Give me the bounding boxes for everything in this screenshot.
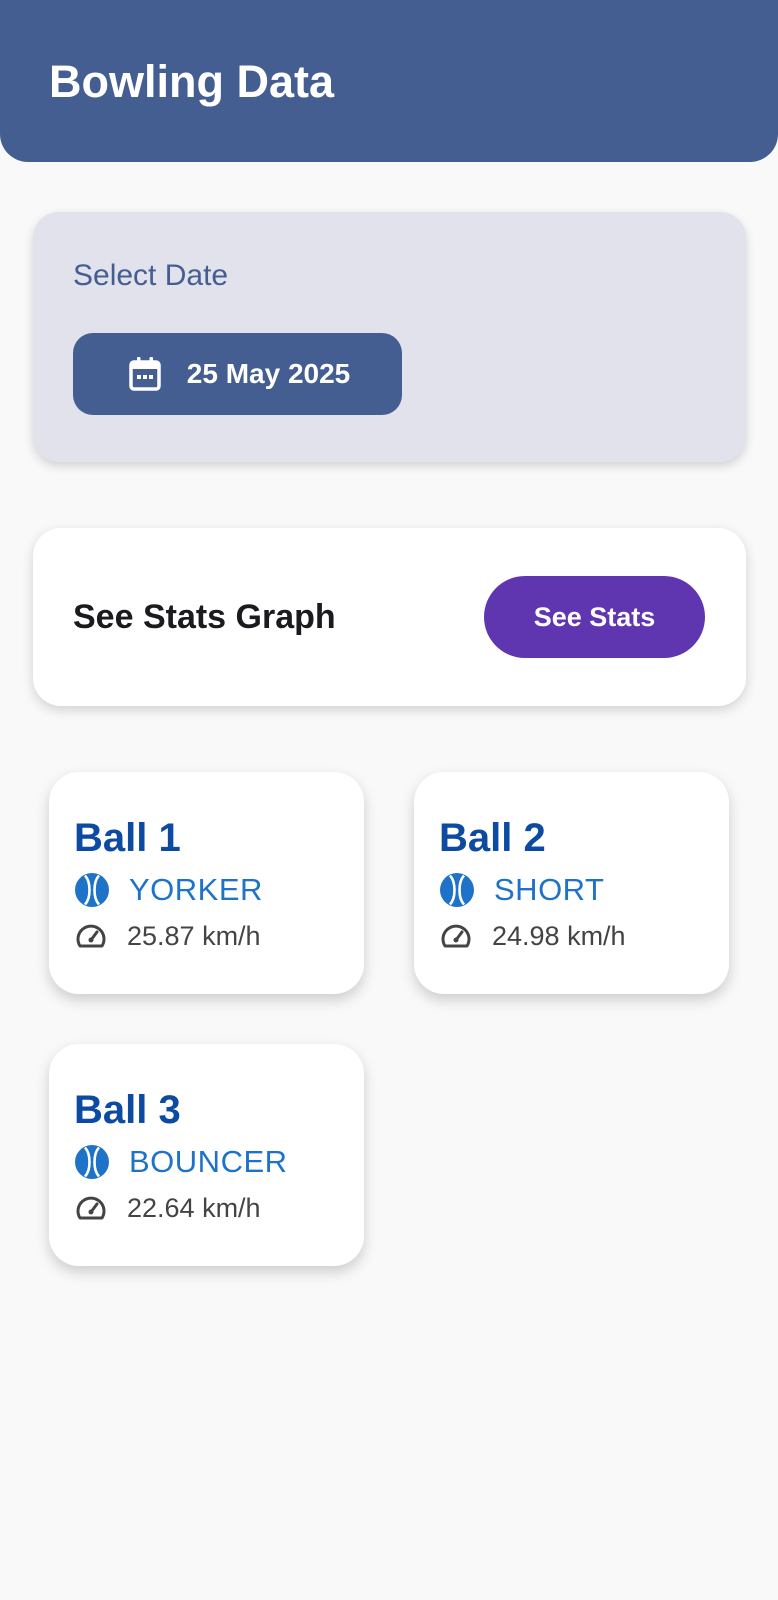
ball-title: Ball 3 [74, 1088, 181, 1132]
ball-type-row: YORKER [74, 872, 263, 908]
cricket-ball-icon [74, 872, 110, 908]
delivery-type: BOUNCER [129, 1144, 288, 1179]
date-selection-card: Select Date 25 May 2025 [33, 212, 746, 462]
ball-card-1[interactable]: Ball 1 YORKER 25.87 km/h [49, 772, 364, 994]
speed-value: 25.87 km/h [127, 920, 261, 951]
see-stats-button[interactable]: See Stats [484, 576, 705, 658]
select-date-label: Select Date [73, 259, 229, 292]
stats-graph-card: See Stats Graph See Stats [33, 528, 746, 706]
speedometer-icon [74, 919, 108, 953]
page-title: Bowling Data [49, 56, 335, 107]
speed-value: 24.98 km/h [492, 920, 626, 951]
ball-card-3[interactable]: Ball 3 BOUNCER 22.64 km/h [49, 1044, 364, 1266]
date-picker-button[interactable]: 25 May 2025 [73, 333, 402, 415]
ball-type-row: SHORT [439, 872, 604, 908]
speedometer-icon [74, 1191, 108, 1225]
app-bar: Bowling Data [0, 0, 778, 162]
ball-card-2[interactable]: Ball 2 SHORT 24.98 km/h [414, 772, 729, 994]
speed-row: 22.64 km/h [74, 1191, 261, 1225]
speed-value: 22.64 km/h [127, 1192, 261, 1223]
speed-row: 24.98 km/h [439, 919, 626, 953]
ball-type-row: BOUNCER [74, 1144, 288, 1180]
stats-graph-label: See Stats Graph [73, 598, 336, 636]
speedometer-icon [439, 919, 473, 953]
cricket-ball-icon [439, 872, 475, 908]
ball-title: Ball 1 [74, 816, 181, 860]
cricket-ball-icon [74, 1144, 110, 1180]
delivery-type: SHORT [494, 872, 605, 907]
delivery-type: YORKER [129, 872, 263, 907]
speed-row: 25.87 km/h [74, 919, 261, 953]
selected-date-text: 25 May 2025 [186, 358, 351, 389]
calendar-icon [125, 354, 165, 394]
ball-title: Ball 2 [439, 816, 546, 860]
